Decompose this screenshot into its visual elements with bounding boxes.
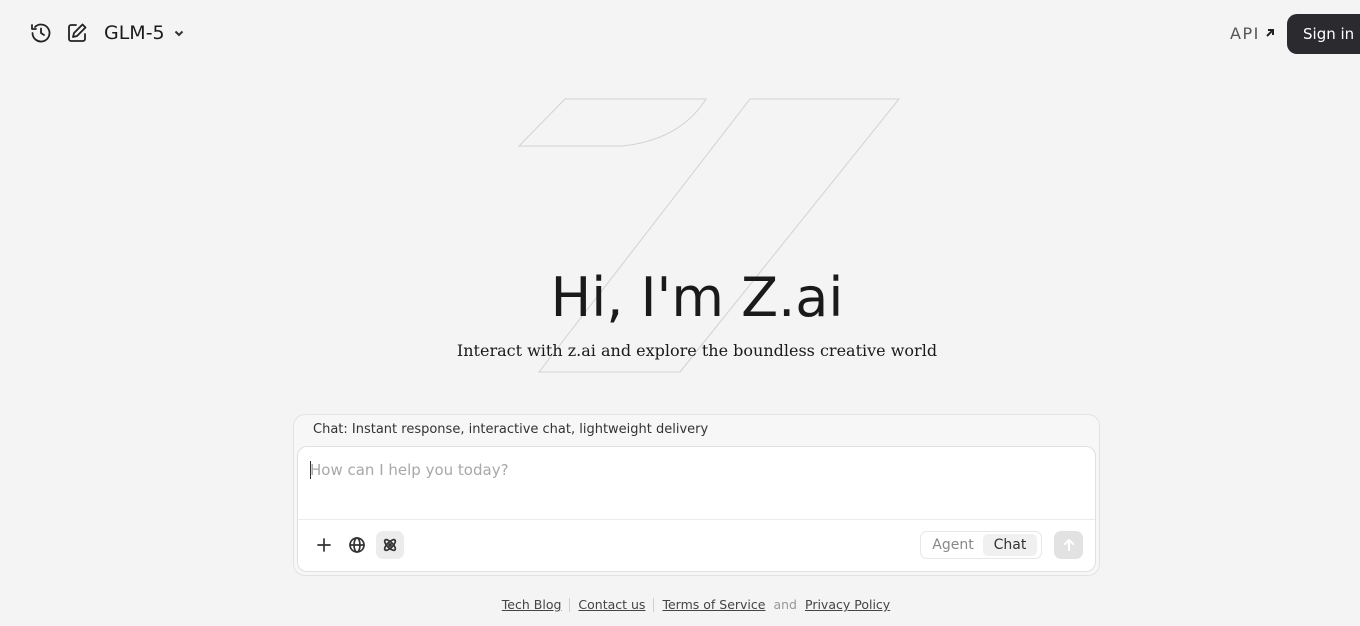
footer-separator <box>569 597 571 612</box>
page: GLM-5 API Sign in Hi, I'm Z.ai Interact … <box>0 0 1360 626</box>
mode-toggle: Agent Chat <box>920 531 1042 559</box>
add-attachment-button[interactable] <box>310 531 338 559</box>
footer-separator <box>653 597 655 612</box>
api-label: API <box>1230 23 1260 43</box>
model-selector[interactable]: GLM-5 <box>104 20 185 46</box>
composer: Chat: Instant response, interactive chat… <box>293 414 1100 576</box>
api-link[interactable]: API <box>1230 22 1276 44</box>
history-button[interactable] <box>28 20 54 46</box>
send-button[interactable] <box>1054 531 1083 559</box>
mode-description: Chat: Instant response, interactive chat… <box>313 422 709 437</box>
edit-icon <box>68 23 87 42</box>
chevron-down-icon <box>174 30 183 37</box>
deep-think-button[interactable] <box>376 531 404 559</box>
terms-link[interactable]: Terms of Service <box>662 597 765 612</box>
tech-blog-link[interactable]: Tech Blog <box>502 597 562 612</box>
footer: Tech Blog Contact us Terms of Service an… <box>0 597 1360 612</box>
history-icon <box>31 23 51 43</box>
mode-chat-option[interactable]: Chat <box>983 534 1037 556</box>
composer-divider <box>298 519 1095 520</box>
arrow-up-right-icon <box>1266 29 1274 37</box>
prompt-input[interactable] <box>310 459 1080 481</box>
web-search-button[interactable] <box>343 531 371 559</box>
globe-icon <box>349 537 365 553</box>
mode-agent-option[interactable]: Agent <box>923 534 983 556</box>
sign-in-button[interactable]: Sign in <box>1287 14 1360 54</box>
footer-and: and <box>773 597 797 612</box>
atom-icon <box>383 538 397 552</box>
plus-icon <box>317 538 331 552</box>
arrow-up-icon <box>1063 539 1074 551</box>
composer-box: Agent Chat <box>297 446 1096 572</box>
model-name: GLM-5 <box>104 22 165 44</box>
z-logo-watermark <box>510 90 910 380</box>
top-bar: GLM-5 API Sign in <box>0 0 1360 66</box>
hero-subtitle: Interact with z.ai and explore the bound… <box>456 341 938 360</box>
contact-us-link[interactable]: Contact us <box>578 597 645 612</box>
hero-title: Hi, I'm Z.ai <box>550 266 844 329</box>
new-chat-button[interactable] <box>64 20 90 46</box>
privacy-link[interactable]: Privacy Policy <box>805 597 890 612</box>
